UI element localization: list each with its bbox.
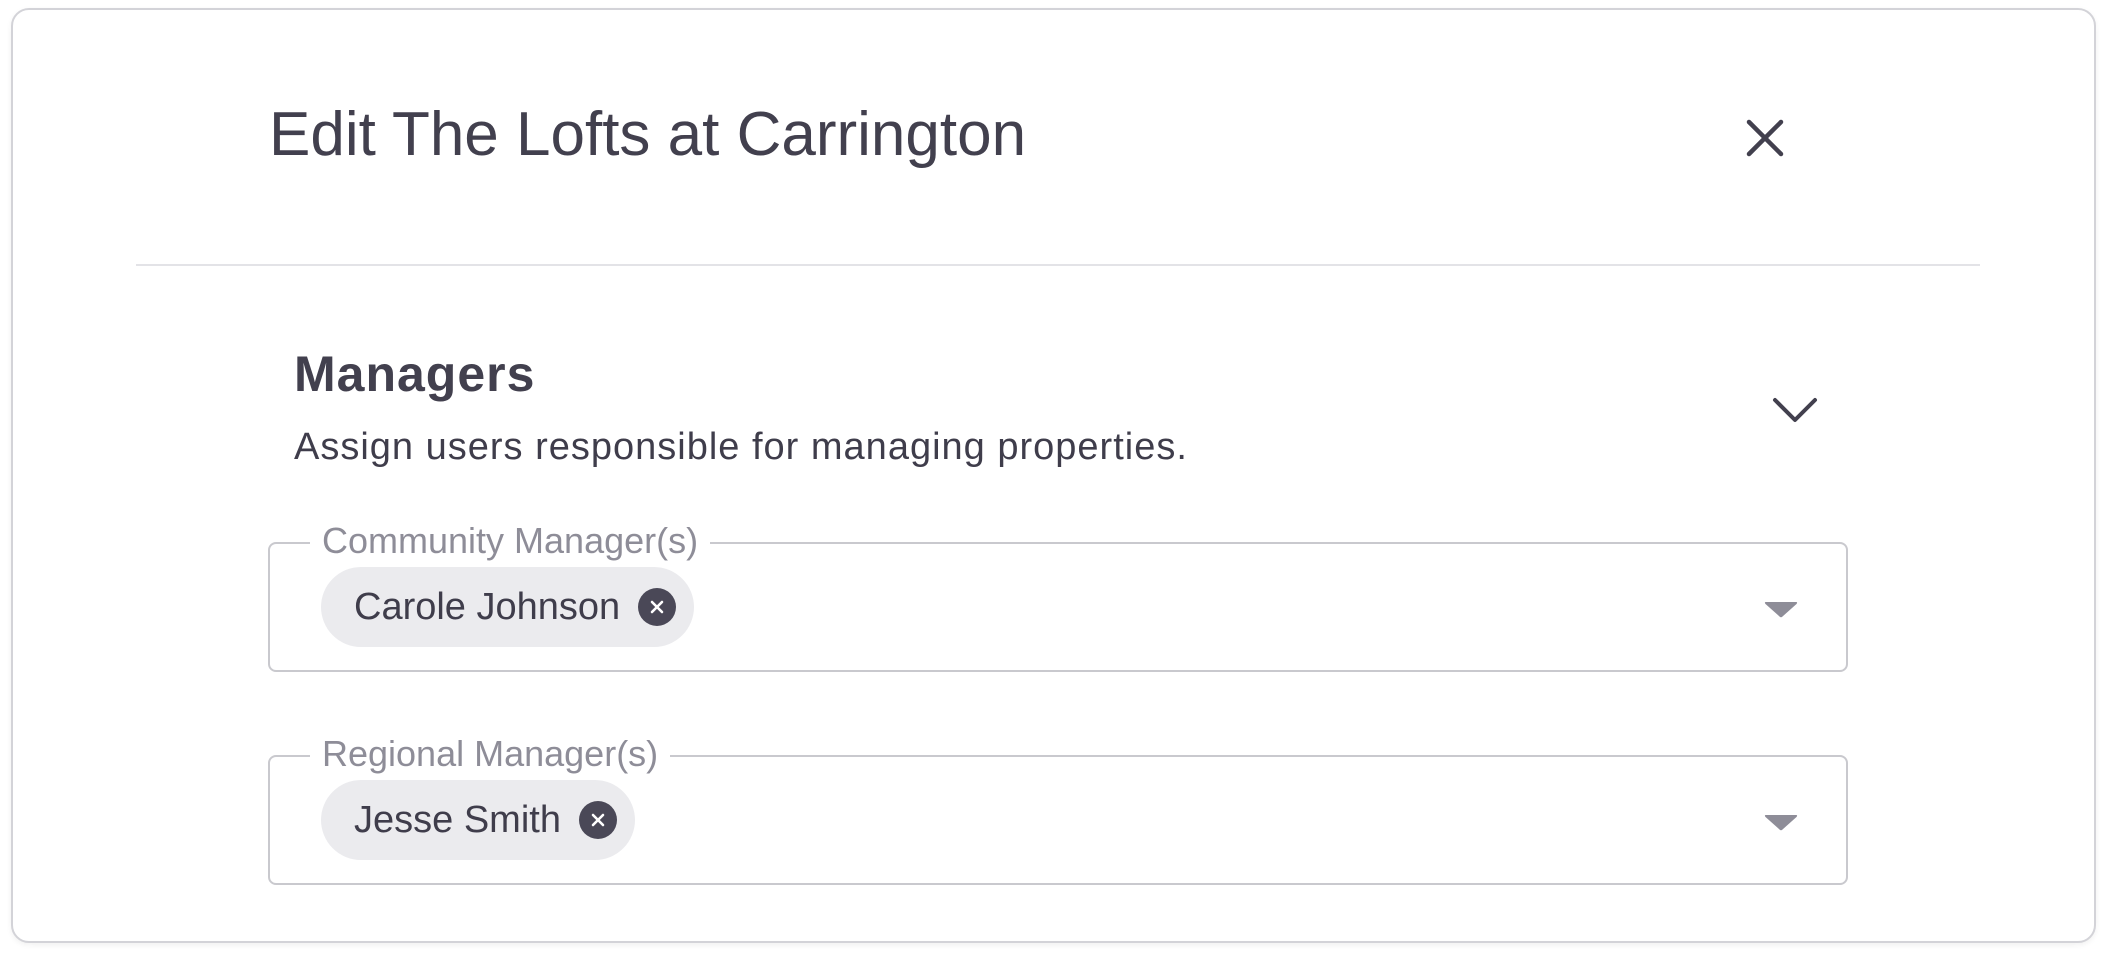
- caret-down-icon: [1764, 602, 1798, 618]
- edit-property-dialog: Edit The Lofts at Carrington Managers As…: [11, 8, 2096, 943]
- manager-chip: Carole Johnson: [321, 567, 695, 647]
- remove-chip-icon: [650, 600, 664, 614]
- community-manager-label: Community Manager(s): [310, 516, 711, 566]
- close-icon: [1746, 119, 1784, 157]
- community-manager-select[interactable]: Community Manager(s) Carole Johnson: [268, 516, 1848, 672]
- chip-label: Carole Johnson: [354, 586, 621, 628]
- chip-label: Jesse Smith: [354, 799, 561, 841]
- remove-chip-icon: [591, 813, 605, 827]
- remove-chip-button[interactable]: [578, 801, 617, 839]
- caret-down-icon: [1764, 815, 1798, 831]
- section-title: Managers: [294, 346, 536, 402]
- remove-chip-button[interactable]: [638, 588, 677, 626]
- chevron-down-icon: [1773, 398, 1817, 422]
- header-divider: [136, 264, 1980, 266]
- close-button[interactable]: [1735, 108, 1795, 168]
- community-manager-dropdown-button[interactable]: [1756, 584, 1806, 634]
- section-collapse-toggle[interactable]: [1765, 380, 1825, 440]
- regional-manager-dropdown-button[interactable]: [1756, 797, 1806, 847]
- regional-manager-select[interactable]: Regional Manager(s) Jesse Smith: [268, 729, 1848, 885]
- dialog-title: Edit The Lofts at Carrington: [269, 100, 1027, 169]
- manager-chip: Jesse Smith: [321, 780, 635, 860]
- section-description: Assign users responsible for managing pr…: [294, 426, 1188, 468]
- regional-manager-label: Regional Manager(s): [310, 729, 671, 779]
